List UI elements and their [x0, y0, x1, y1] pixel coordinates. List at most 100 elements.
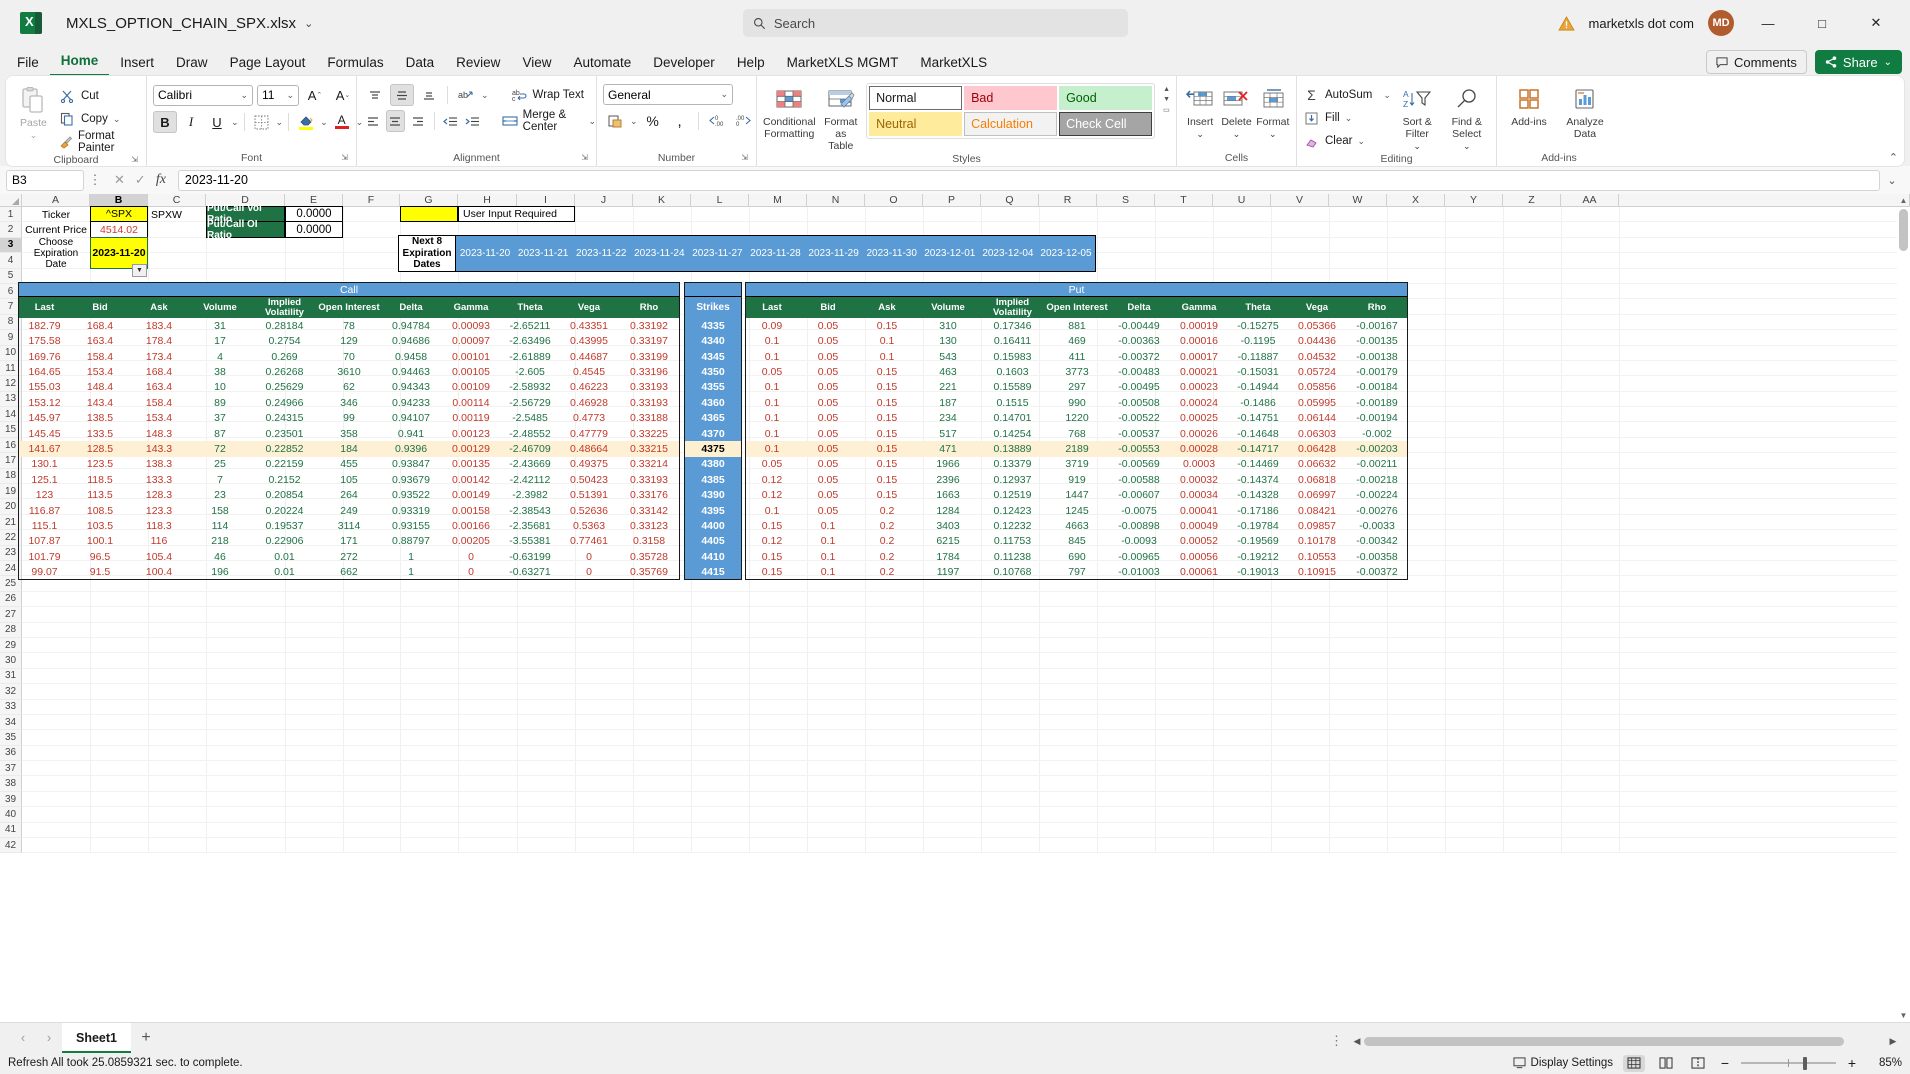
put-cell[interactable]: -0.19569: [1228, 534, 1288, 549]
call-cell[interactable]: 0.00205: [442, 534, 500, 549]
normal-view-icon[interactable]: [1623, 1054, 1645, 1072]
put-cell[interactable]: 0.00041: [1170, 503, 1228, 518]
put-cell[interactable]: 0.11238: [979, 549, 1046, 564]
call-cell[interactable]: -2.56729: [500, 395, 560, 410]
put-column-header-volume[interactable]: Volume: [917, 297, 979, 319]
call-cell[interactable]: 4: [189, 349, 251, 364]
insert-cells-button[interactable]: Insert ⌄: [1183, 83, 1217, 139]
call-cell[interactable]: 96.5: [71, 549, 129, 564]
row-header-29[interactable]: 29: [0, 637, 22, 654]
put-cell[interactable]: 0.10553: [1288, 549, 1346, 564]
row-header-31[interactable]: 31: [0, 668, 22, 685]
underline-button[interactable]: U: [205, 111, 229, 133]
call-cell[interactable]: 0.43995: [560, 334, 618, 349]
cell-style-check-cell[interactable]: Check Cell: [1059, 112, 1153, 136]
search-input[interactable]: Search: [742, 9, 1128, 37]
call-column-header-implied-volatility[interactable]: Implied Volatility: [251, 297, 318, 319]
underline-chevron-down-icon[interactable]: ⌄: [231, 117, 239, 128]
call-cell[interactable]: 0: [560, 565, 618, 580]
format-as-table-button[interactable]: Format as Table: [824, 83, 859, 152]
call-cell[interactable]: 0: [560, 549, 618, 564]
row-header-32[interactable]: 32: [0, 684, 22, 700]
put-column-header-delta[interactable]: Delta: [1108, 297, 1170, 319]
call-cell[interactable]: 105.4: [129, 549, 189, 564]
column-header-N[interactable]: N: [807, 194, 865, 206]
put-cell[interactable]: 0.06144: [1288, 411, 1346, 426]
put-cell[interactable]: 0.1: [799, 534, 857, 549]
fill-color-icon[interactable]: [294, 110, 318, 134]
delete-cells-button[interactable]: Delete ⌄: [1219, 83, 1253, 139]
align-top-icon[interactable]: [363, 84, 387, 106]
call-cell[interactable]: 168.4: [71, 318, 129, 333]
call-cell[interactable]: 0.46223: [560, 380, 618, 395]
call-cell[interactable]: 0: [442, 565, 500, 580]
font-size-select[interactable]: 11 ⌄: [257, 84, 299, 106]
put-cell[interactable]: -0.1486: [1228, 395, 1288, 410]
scroll-right-icon[interactable]: ▶: [1886, 1036, 1900, 1047]
autosum-button[interactable]: Σ AutoSum ⌄: [1303, 84, 1391, 106]
put-cell[interactable]: 0.00026: [1170, 426, 1228, 441]
minimize-button[interactable]: —: [1748, 8, 1788, 38]
call-cell[interactable]: 108.5: [71, 503, 129, 518]
call-cell[interactable]: 129: [318, 334, 380, 349]
dropdown-arrow-icon[interactable]: ▼: [132, 263, 147, 277]
put-cell[interactable]: 469: [1046, 334, 1108, 349]
call-cell[interactable]: 143.3: [129, 441, 189, 456]
put-cell[interactable]: 768: [1046, 426, 1108, 441]
decrease-decimal-icon[interactable]: 0 .00: [705, 110, 729, 132]
put-cell[interactable]: 0.14254: [979, 426, 1046, 441]
put-cell[interactable]: 517: [917, 426, 979, 441]
put-cell[interactable]: 130: [917, 334, 979, 349]
add-sheet-button[interactable]: +: [131, 1029, 161, 1047]
call-cell[interactable]: 123.5: [71, 457, 129, 472]
vertical-scrollbar[interactable]: ▲ ▼: [1897, 196, 1910, 1022]
column-header-Z[interactable]: Z: [1503, 194, 1561, 206]
call-cell[interactable]: -2.46709: [500, 441, 560, 456]
strike-cell[interactable]: 4340: [684, 333, 742, 349]
call-cell[interactable]: 0.33215: [618, 441, 680, 456]
call-cell[interactable]: 103.5: [71, 518, 129, 533]
put-cell[interactable]: 0.06818: [1288, 472, 1346, 487]
strike-cell[interactable]: 4345: [684, 348, 742, 365]
put-cell[interactable]: -0.14751: [1228, 411, 1288, 426]
call-cell[interactable]: 87: [189, 426, 251, 441]
put-column-header-rho[interactable]: Rho: [1346, 297, 1408, 319]
ribbon-tab-review[interactable]: Review: [445, 52, 511, 76]
call-cell[interactable]: -2.605: [500, 364, 560, 379]
styles-scroll-up-icon[interactable]: ▲: [1163, 86, 1170, 93]
format-cells-button[interactable]: Format ⌄: [1256, 83, 1290, 139]
ribbon-tab-view[interactable]: View: [511, 52, 562, 76]
call-cell[interactable]: 168.4: [129, 364, 189, 379]
put-cell[interactable]: 543: [917, 349, 979, 364]
grid-row[interactable]: [22, 714, 1910, 731]
put-cell[interactable]: -0.00135: [1346, 334, 1408, 349]
put-cell[interactable]: 0.04532: [1288, 349, 1346, 364]
ribbon-tab-home[interactable]: Home: [49, 50, 110, 76]
strike-cell[interactable]: 4380: [684, 456, 742, 473]
put-cell[interactable]: 0.1: [745, 441, 799, 456]
put-cell[interactable]: 0.05: [799, 488, 857, 503]
call-cell[interactable]: -2.42112: [500, 472, 560, 487]
put-cell[interactable]: 0.05: [799, 457, 857, 472]
put-cell[interactable]: 1197: [917, 565, 979, 580]
comments-button[interactable]: Comments: [1706, 50, 1807, 74]
call-cell[interactable]: 0.00101: [442, 349, 500, 364]
row-header-30[interactable]: 30: [0, 653, 22, 669]
strike-cell[interactable]: 4375: [684, 441, 742, 457]
put-cell[interactable]: 0.1: [745, 395, 799, 410]
put-cell[interactable]: 0.12232: [979, 518, 1046, 533]
put-cell[interactable]: 0.16411: [979, 334, 1046, 349]
grid-row[interactable]: [22, 607, 1910, 623]
call-cell[interactable]: 0.52636: [560, 503, 618, 518]
put-cell[interactable]: -0.19013: [1228, 565, 1288, 580]
column-header-G[interactable]: G: [400, 194, 458, 206]
call-cell[interactable]: 0.93319: [380, 503, 442, 518]
put-cell[interactable]: 0.05: [799, 349, 857, 364]
put-cell[interactable]: 1966: [917, 457, 979, 472]
call-cell[interactable]: 0.00135: [442, 457, 500, 472]
alignment-dialog-launcher[interactable]: ⇲: [581, 150, 588, 165]
put-cell[interactable]: -0.00203: [1346, 441, 1408, 456]
put-cell[interactable]: 990: [1046, 395, 1108, 410]
grid-row[interactable]: [22, 761, 1910, 777]
row-header-28[interactable]: 28: [0, 622, 22, 638]
